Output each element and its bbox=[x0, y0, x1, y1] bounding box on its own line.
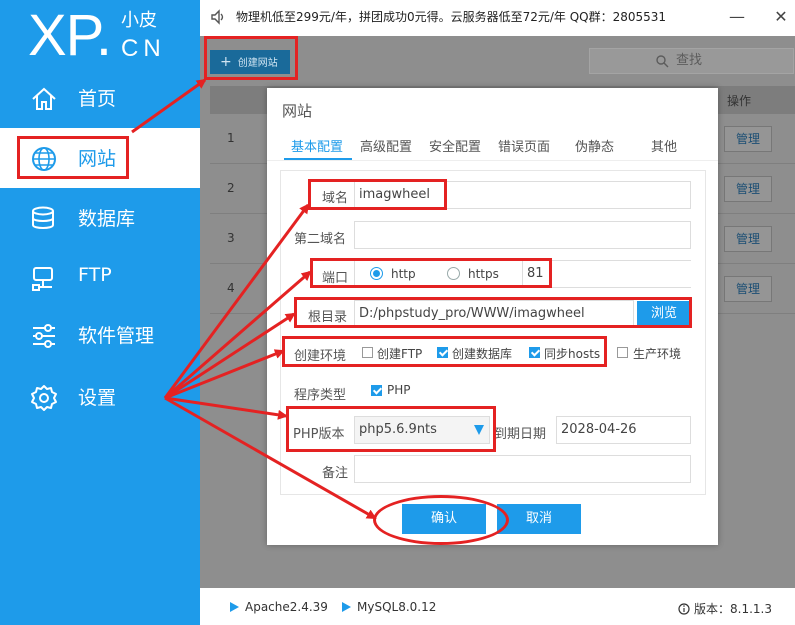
tab-security[interactable]: 安全配置 bbox=[429, 136, 481, 155]
sidebar-item-database[interactable]: 数据库 bbox=[0, 188, 200, 248]
database-icon bbox=[32, 206, 54, 229]
apache-label: Apache2.4.39 bbox=[245, 600, 328, 614]
sidebar-item-settings[interactable]: 设置 bbox=[0, 367, 200, 427]
sidebar: XP. 小皮 CN 首页 网站 数据库 FTP 软件管理 设置 bbox=[0, 0, 200, 625]
manage-button[interactable]: 管理 bbox=[724, 126, 772, 152]
php-checkbox[interactable] bbox=[371, 385, 382, 396]
note-label: 备注 bbox=[322, 466, 349, 481]
production-env-label: 生产环境 bbox=[633, 347, 682, 361]
play-icon bbox=[230, 602, 239, 612]
sidebar-item-home[interactable]: 首页 bbox=[0, 68, 200, 128]
dialog-title: 网站 bbox=[282, 102, 313, 120]
annotation-ellipse-confirm bbox=[373, 495, 509, 545]
sidebar-item-label: 软件管理 bbox=[78, 325, 155, 347]
sidebar-item-software[interactable]: 软件管理 bbox=[0, 305, 200, 365]
column-header-operation: 操作 bbox=[727, 94, 752, 108]
production-env-checkbox[interactable] bbox=[617, 347, 628, 358]
speaker-icon bbox=[211, 9, 224, 25]
annotation-box-port bbox=[310, 258, 552, 288]
logo-sub-cn: 小皮 bbox=[121, 10, 157, 31]
expire-date-label: 到期日期 bbox=[494, 427, 547, 442]
search-icon bbox=[656, 55, 669, 68]
search-placeholder: 查找 bbox=[676, 53, 703, 68]
tab-error-pages[interactable]: 错误页面 bbox=[498, 136, 550, 155]
tab-basic[interactable]: 基本配置 bbox=[291, 136, 343, 155]
annotation-box-create bbox=[204, 36, 298, 80]
apache-status[interactable]: Apache2.4.39 bbox=[230, 600, 328, 614]
note-input[interactable] bbox=[354, 455, 691, 483]
play-icon bbox=[342, 602, 351, 612]
tab-advanced[interactable]: 高级配置 bbox=[360, 136, 412, 155]
logo-main: XP. bbox=[28, 3, 112, 68]
top-bar: 物理机低至299元/年，拼团成功0元得。云服务器低至72元/年 QQ群：2805… bbox=[200, 0, 795, 36]
expire-date-input[interactable]: 2028-04-26 bbox=[556, 416, 691, 444]
tab-rewrite[interactable]: 伪静态 bbox=[575, 136, 614, 155]
cancel-button[interactable]: 取消 bbox=[497, 504, 581, 534]
row-number: 3 bbox=[227, 231, 235, 245]
mysql-status[interactable]: MySQL8.0.12 bbox=[342, 600, 436, 614]
annotation-box-env bbox=[282, 336, 607, 367]
manage-button[interactable]: 管理 bbox=[724, 176, 772, 202]
search-input[interactable]: 查找 bbox=[589, 48, 794, 74]
version-label: 版本：8.1.1.3 bbox=[694, 602, 772, 616]
annotation-box-php-version bbox=[286, 406, 496, 452]
close-icon[interactable]: ✕ bbox=[772, 8, 790, 26]
sidebar-item-label: 首页 bbox=[78, 88, 117, 110]
tab-divider bbox=[267, 160, 718, 161]
status-bar: Apache2.4.39 MySQL8.0.12 版本：8.1.1.3 bbox=[200, 588, 795, 625]
annotation-box-website bbox=[17, 136, 129, 179]
sidebar-item-ftp[interactable]: FTP bbox=[0, 248, 200, 308]
manage-button[interactable]: 管理 bbox=[724, 226, 772, 252]
annotation-box-root bbox=[294, 297, 692, 328]
row-number: 4 bbox=[227, 281, 235, 295]
sidebar-item-label: 设置 bbox=[78, 387, 117, 409]
home-icon bbox=[32, 87, 56, 110]
second-domain-input[interactable] bbox=[354, 221, 691, 249]
tab-other[interactable]: 其他 bbox=[651, 136, 677, 155]
row-number: 1 bbox=[227, 131, 235, 145]
minimize-icon[interactable]: — bbox=[728, 8, 746, 26]
php-label: PHP bbox=[387, 383, 411, 397]
row-number: 2 bbox=[227, 181, 235, 195]
logo-sub-en: CN bbox=[121, 35, 166, 62]
sliders-icon bbox=[33, 324, 55, 348]
annotation-box-domain bbox=[308, 179, 447, 210]
gear-icon bbox=[31, 385, 57, 411]
sidebar-item-label: FTP bbox=[78, 264, 112, 286]
version-info: 版本：8.1.1.3 bbox=[678, 600, 772, 617]
ftp-icon bbox=[32, 267, 53, 291]
manage-button[interactable]: 管理 bbox=[724, 276, 772, 302]
info-icon bbox=[678, 603, 690, 615]
notice-text: 物理机低至299元/年，拼团成功0元得。云服务器低至72元/年 QQ群：2805… bbox=[236, 10, 667, 24]
sidebar-item-label: 数据库 bbox=[78, 208, 136, 230]
mysql-label: MySQL8.0.12 bbox=[357, 600, 437, 614]
program-type-label: 程序类型 bbox=[294, 388, 347, 403]
second-domain-label: 第二域名 bbox=[294, 232, 347, 247]
